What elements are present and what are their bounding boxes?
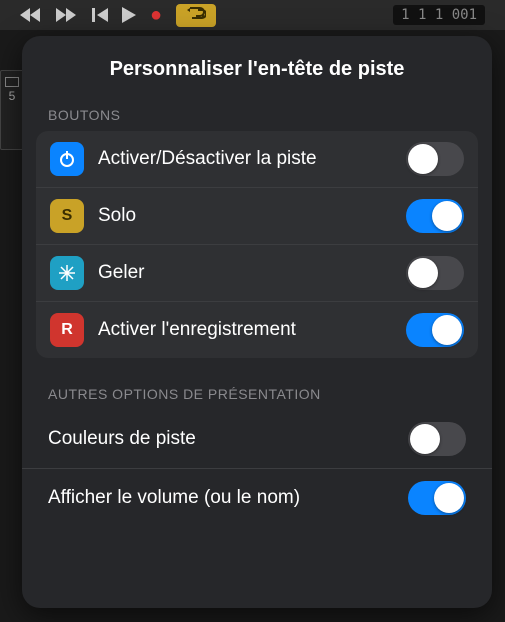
row-toggle-track: Activer/Désactiver la piste bbox=[36, 131, 478, 188]
switch-show-volume[interactable] bbox=[408, 481, 466, 515]
position-counter: 1 1 1 001 bbox=[393, 5, 485, 25]
row-label: Couleurs de piste bbox=[48, 428, 408, 450]
switch-solo[interactable] bbox=[406, 199, 464, 233]
row-show-volume: Afficher le volume (ou le nom) bbox=[22, 469, 492, 527]
row-label: Solo bbox=[98, 205, 406, 227]
switch-toggle-track[interactable] bbox=[406, 142, 464, 176]
customize-header-popover: Personnaliser l'en-tête de piste BOUTONS… bbox=[22, 36, 492, 608]
display-options-group: Couleurs de piste Afficher le volume (ou… bbox=[22, 410, 492, 527]
record-enable-icon: R bbox=[50, 313, 84, 347]
switch-record-enable[interactable] bbox=[406, 313, 464, 347]
row-record-enable: R Activer l'enregistrement bbox=[36, 302, 478, 358]
switch-freeze[interactable] bbox=[406, 256, 464, 290]
row-label: Activer/Désactiver la piste bbox=[98, 148, 406, 170]
solo-icon: S bbox=[50, 199, 84, 233]
row-track-colors: Couleurs de piste bbox=[22, 410, 492, 469]
snowflake-icon bbox=[50, 256, 84, 290]
power-icon bbox=[50, 142, 84, 176]
row-label: Geler bbox=[98, 262, 406, 284]
section-header-display: AUTRES OPTIONS DE PRÉSENTATION bbox=[22, 386, 492, 410]
row-freeze: Geler bbox=[36, 245, 478, 302]
section-header-buttons: BOUTONS bbox=[22, 107, 492, 131]
switch-track-colors[interactable] bbox=[408, 422, 466, 456]
fast-forward-icon[interactable] bbox=[56, 8, 78, 22]
buttons-group: Activer/Désactiver la piste S Solo Geler… bbox=[36, 131, 478, 358]
rewind-icon[interactable] bbox=[20, 8, 42, 22]
skip-back-icon[interactable] bbox=[92, 8, 108, 22]
loop-button[interactable] bbox=[176, 4, 216, 27]
popover-title: Personnaliser l'en-tête de piste bbox=[22, 58, 492, 81]
transport-toolbar: ● 1 1 1 001 bbox=[0, 0, 505, 30]
row-label: Afficher le volume (ou le nom) bbox=[48, 487, 408, 509]
row-label: Activer l'enregistrement bbox=[98, 319, 406, 341]
play-icon[interactable] bbox=[122, 7, 136, 23]
track-strip: 5 bbox=[0, 70, 24, 150]
record-icon[interactable]: ● bbox=[150, 4, 162, 27]
row-solo: S Solo bbox=[36, 188, 478, 245]
